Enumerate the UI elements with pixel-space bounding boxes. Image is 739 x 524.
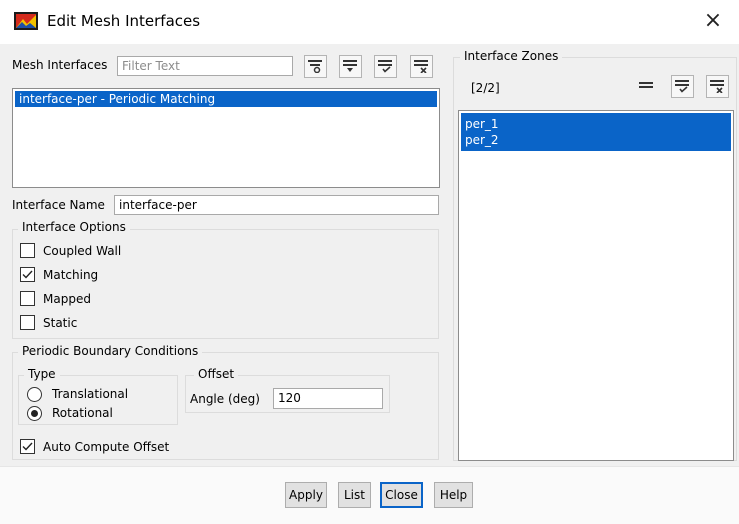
- mesh-interfaces-label: Mesh Interfaces: [12, 58, 108, 72]
- interface-zones-count: [2/2]: [471, 81, 500, 95]
- auto-compute-offset-label: Auto Compute Offset: [43, 440, 170, 454]
- checkmark-icon: [22, 270, 33, 279]
- angle-label: Angle (deg): [190, 392, 260, 406]
- deselect-all-button[interactable]: [410, 55, 433, 78]
- list-item[interactable]: interface-per - Periodic Matching: [15, 91, 437, 107]
- checkmark-icon: [22, 442, 33, 451]
- list-lines-icon: [639, 81, 653, 88]
- interface-zones-list[interactable]: per_1 per_2: [458, 110, 734, 461]
- zones-sort-button[interactable]: [635, 76, 658, 99]
- offset-title: Offset: [194, 367, 239, 381]
- mapped-label: Mapped: [43, 292, 91, 306]
- select-all-icon: [378, 60, 392, 73]
- deselect-all-icon: [414, 60, 428, 73]
- list-item[interactable]: per_1: [461, 116, 731, 132]
- rotational-radio[interactable]: [27, 406, 42, 421]
- periodic-bc-title: Periodic Boundary Conditions: [18, 344, 203, 358]
- help-button[interactable]: Help: [434, 482, 473, 508]
- matching-checkbox[interactable]: [20, 267, 35, 282]
- interface-name-label: Interface Name: [12, 198, 105, 212]
- window-title: Edit Mesh Interfaces: [47, 12, 201, 30]
- translational-label: Translational: [52, 387, 129, 401]
- list-item[interactable]: per_2: [461, 132, 731, 148]
- coupled-wall-checkbox[interactable]: [20, 243, 35, 258]
- translational-radio[interactable]: [27, 387, 42, 402]
- filter-options-icon: [308, 60, 322, 73]
- matching-label: Matching: [43, 268, 99, 282]
- interface-options-title: Interface Options: [18, 220, 130, 234]
- filter-placeholder: Filter Text: [122, 59, 180, 73]
- fluent-app-icon: [14, 12, 38, 30]
- mesh-interfaces-filter-input[interactable]: Filter Text: [117, 56, 293, 76]
- sort-button[interactable]: [339, 55, 362, 78]
- angle-input[interactable]: 120: [273, 388, 383, 409]
- interface-name-input[interactable]: interface-per: [114, 195, 439, 215]
- mesh-interfaces-list[interactable]: interface-per - Periodic Matching: [12, 88, 440, 188]
- rotational-label: Rotational: [52, 406, 113, 420]
- zones-selection: per_1 per_2: [461, 113, 731, 151]
- static-label: Static: [43, 316, 78, 330]
- zones-deselect-all-button[interactable]: [706, 75, 729, 98]
- close-button[interactable]: Close: [380, 482, 423, 508]
- interface-zones-title: Interface Zones: [460, 49, 563, 63]
- list-button[interactable]: List: [338, 482, 371, 508]
- mapped-checkbox[interactable]: [20, 291, 35, 306]
- select-all-button[interactable]: [374, 55, 397, 78]
- auto-compute-offset-checkbox[interactable]: [20, 439, 35, 454]
- type-title: Type: [24, 367, 60, 381]
- select-all-icon: [675, 80, 689, 93]
- zones-select-all-button[interactable]: [671, 75, 694, 98]
- close-window-icon[interactable]: ×: [700, 8, 726, 34]
- static-checkbox[interactable]: [20, 315, 35, 330]
- deselect-all-icon: [710, 80, 724, 93]
- sort-down-icon: [343, 60, 357, 72]
- coupled-wall-label: Coupled Wall: [43, 244, 122, 258]
- filter-options-button[interactable]: [304, 55, 327, 78]
- apply-button[interactable]: Apply: [285, 482, 327, 508]
